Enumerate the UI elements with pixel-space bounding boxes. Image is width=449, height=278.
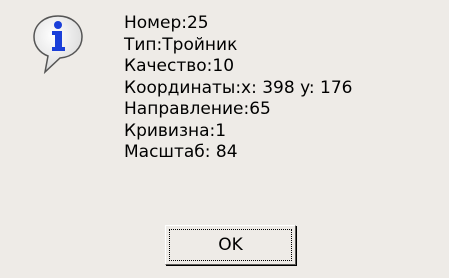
message-line-curvature: Кривизна:1 [124,120,227,141]
message-line-scale: Масштаб: 84 [124,142,238,162]
ok-button[interactable]: OK [165,225,296,265]
message-line-quality: Качество:10 [124,56,235,76]
message-text: Номер:25 Тип:Тройник Качество:10 Координ… [124,13,353,164]
message-line-type: Тип:Тройник [124,34,238,55]
message-line-direction: Направление:65 [124,99,271,119]
message-line-number: Номер:25 [124,13,209,33]
info-icon [33,15,83,75]
info-dialog: Номер:25 Тип:Тройник Качество:10 Координ… [0,0,449,278]
ok-button-label: OK [169,229,292,261]
message-line-coordinates: Координаты:x: 398 y: 176 [124,77,353,98]
